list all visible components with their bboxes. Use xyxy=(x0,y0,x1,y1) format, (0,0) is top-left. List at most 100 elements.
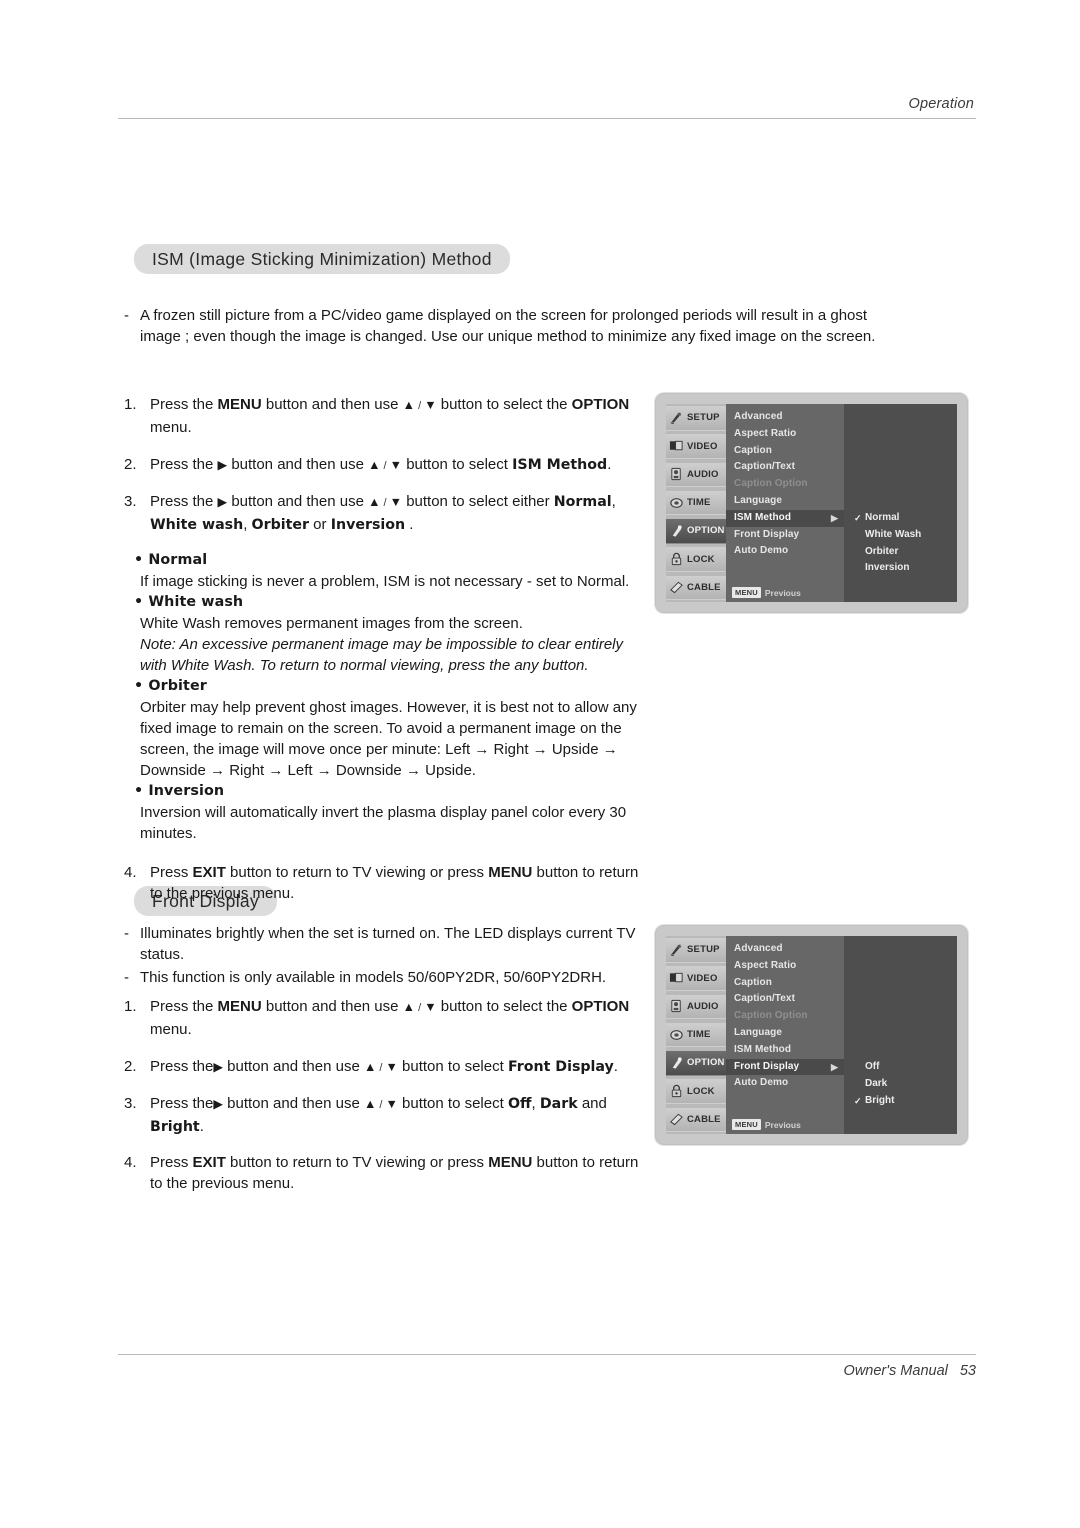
step-text: button to return to TV viewing or press xyxy=(225,864,489,881)
step-text: button to return to TV viewing or press xyxy=(225,1154,489,1171)
ism-mode-title: • Inversion xyxy=(134,783,225,799)
osd-sidebar-label: AUDIO xyxy=(687,1000,719,1012)
osd-submenu-option[interactable]: Dark xyxy=(854,1076,894,1093)
osd-menu-item[interactable]: Caption xyxy=(726,443,844,460)
osd-menu-item[interactable]: Caption Option xyxy=(726,1008,844,1025)
osd-sidebar-item-time[interactable]: TIME xyxy=(666,490,726,516)
ism-mode-definitions: • Normal If image sticking is never a pro… xyxy=(134,550,646,844)
osd-menu-item[interactable]: Language xyxy=(726,1025,844,1042)
osd-menu-item[interactable]: Advanced xyxy=(726,941,844,958)
osd-submenu-panel: Off Dark ✓ Bright xyxy=(844,936,957,1134)
emphasis-slab: Front Display xyxy=(507,1059,614,1075)
osd-menu-item[interactable]: Caption/Text xyxy=(726,459,844,476)
step-text: Press xyxy=(150,1154,193,1171)
osd-submenu-option[interactable]: ✓ Normal xyxy=(854,510,921,527)
osd-sidebar-item-audio[interactable]: AUDIO xyxy=(666,462,726,487)
osd-menu-item[interactable]: Front Display xyxy=(726,527,844,544)
osd-sidebar-item-time[interactable]: TIME xyxy=(666,1022,726,1048)
ism-mode-title: • White wash xyxy=(134,594,244,610)
osd-submenu-option[interactable]: Orbiter xyxy=(854,544,921,561)
osd-menu-item[interactable]: Caption/Text xyxy=(726,991,844,1008)
dpad-glyph: ▼ xyxy=(385,1097,398,1111)
step-text: button and then use xyxy=(261,998,403,1015)
osd-menu-item[interactable]: Language xyxy=(726,493,844,510)
separator-slash: / xyxy=(415,400,425,412)
osd-main-panel: Advanced Aspect Ratio Caption Caption/Text C… xyxy=(726,404,957,602)
osd-sidebar-item-video[interactable]: VIDEO xyxy=(666,434,726,459)
osd-sidebar-item-lock[interactable]: LOCK xyxy=(666,1079,726,1104)
intro-paragraphs-ism: -A frozen still picture from a PC/video … xyxy=(124,305,884,347)
page-header-label: Operation xyxy=(908,96,974,112)
ism-mode-description: If image sticking is never a problem, IS… xyxy=(140,573,630,590)
osd-sidebar-item-cable[interactable]: CABLE xyxy=(666,1107,726,1132)
osd-sidebar-item-setup[interactable]: SETUP xyxy=(666,406,726,431)
osd-sidebar-item-option[interactable]: OPTION xyxy=(666,519,726,544)
intro-bullet-text: A frozen still picture from a PC/video g… xyxy=(140,307,876,345)
osd-submenu-option[interactable]: ✓ Bright xyxy=(854,1093,894,1110)
chevron-right-icon: ▶ xyxy=(830,1061,838,1072)
osd-sidebar-item-video[interactable]: VIDEO xyxy=(666,966,726,991)
intro-bullet-text: Illuminates brightly when the set is tur… xyxy=(140,925,636,963)
osd-sidebar-label: OPTION xyxy=(687,1057,725,1069)
steps-list-front-display: 1. Press the MENU button and then use ▲ /… xyxy=(124,996,646,1210)
osd-sidebar-item-audio[interactable]: AUDIO xyxy=(666,994,726,1019)
step-number: 4. xyxy=(124,864,137,881)
step-text: button and then use xyxy=(261,396,403,413)
osd-menu-item[interactable]: Caption xyxy=(726,975,844,992)
step-item: 3. Press the▶ button and then use ▲ / ▼ b… xyxy=(124,1093,646,1138)
osd-sidebar-label: LOCK xyxy=(687,553,715,565)
ism-mode-title: • Orbiter xyxy=(134,678,207,694)
step-item: 1. Press the MENU button and then use ▲ /… xyxy=(124,996,646,1040)
osd-sidebar-item-option[interactable]: OPTION xyxy=(666,1051,726,1076)
osd-previous-row[interactable]: MENU Previous xyxy=(726,1119,844,1130)
step-body: Press the ▶ button and then use ▲ / ▼ bu… xyxy=(150,491,646,536)
step-number: 2. xyxy=(124,456,137,473)
step-text: button to select xyxy=(397,1095,508,1112)
emphasis-bold: MENU xyxy=(488,864,533,881)
step-text: and xyxy=(577,1095,607,1112)
osd-submenu-option[interactable]: Inversion xyxy=(854,560,921,577)
steps-list-ism: 1. Press the MENU button and then use ▲ /… xyxy=(124,394,646,920)
dpad-glyph: ▶ xyxy=(213,1097,223,1111)
emphasis-bold: EXIT xyxy=(192,1154,226,1171)
osd-sidebar: SETUP VIDEO AUDIO TIME OPTION LOCK CABLE xyxy=(666,404,726,602)
footer-manual-label: Owner's Manual xyxy=(843,1363,948,1379)
emphasis-bold: MENU xyxy=(488,1154,533,1171)
osd-sidebar-label: VIDEO xyxy=(687,972,718,984)
step-body: Press the ▶ button and then use ▲ / ▼ bu… xyxy=(150,454,646,477)
footer-page-number: 53 xyxy=(959,1363,976,1379)
step-text: Press the xyxy=(150,396,218,413)
separator-slash: / xyxy=(415,1002,425,1014)
osd-sidebar-item-cable[interactable]: CABLE xyxy=(666,575,726,600)
dpad-glyph: ▼ xyxy=(424,1000,437,1014)
step-text: button to select xyxy=(397,1058,508,1075)
osd-previous-row[interactable]: MENU Previous xyxy=(726,587,844,598)
osd-menu-item[interactable]: ISM Method ▶ xyxy=(726,509,844,527)
osd-menu-item[interactable]: Auto Demo xyxy=(726,543,844,560)
osd-main-panel: Advanced Aspect Ratio Caption Caption/Text C… xyxy=(726,936,957,1134)
step-body: Press the▶ button and then use ▲ / ▼ but… xyxy=(150,1093,646,1138)
osd-sidebar-label: TIME xyxy=(687,1029,711,1040)
osd-menu-item[interactable]: Auto Demo xyxy=(726,1075,844,1092)
step-body: Press the▶ button and then use ▲ / ▼ but… xyxy=(150,1056,646,1079)
osd-sidebar-item-setup[interactable]: SETUP xyxy=(666,938,726,963)
dpad-glyph: ▲ xyxy=(402,398,416,412)
dash-marker: - xyxy=(124,969,129,986)
step-number: 3. xyxy=(124,493,137,510)
osd-option-menu-list: Advanced Aspect Ratio Caption Caption/Text C… xyxy=(726,404,844,602)
osd-menu-item[interactable]: Aspect Ratio xyxy=(726,426,844,443)
osd-menu-item[interactable]: Advanced xyxy=(726,409,844,426)
emphasis-slab: White wash xyxy=(150,517,244,533)
osd-menu-item[interactable]: ISM Method xyxy=(726,1042,844,1059)
osd-sidebar-label: AUDIO xyxy=(687,468,719,480)
separator-slash: / xyxy=(376,1062,386,1074)
osd-sidebar-item-lock[interactable]: LOCK xyxy=(666,547,726,572)
osd-submenu-option[interactable]: Off xyxy=(854,1059,894,1076)
osd-menu-item[interactable]: Caption Option xyxy=(726,476,844,493)
emphasis-slab: Off xyxy=(507,1096,532,1112)
osd-menu-item[interactable]: Aspect Ratio xyxy=(726,958,844,975)
osd-menu-item[interactable]: Front Display ▶ xyxy=(726,1058,844,1076)
osd-submenu-option[interactable]: White Wash xyxy=(854,527,921,544)
step-item: 4. Press EXIT button to return to TV view… xyxy=(124,1152,646,1194)
page-header-rule xyxy=(118,118,976,119)
